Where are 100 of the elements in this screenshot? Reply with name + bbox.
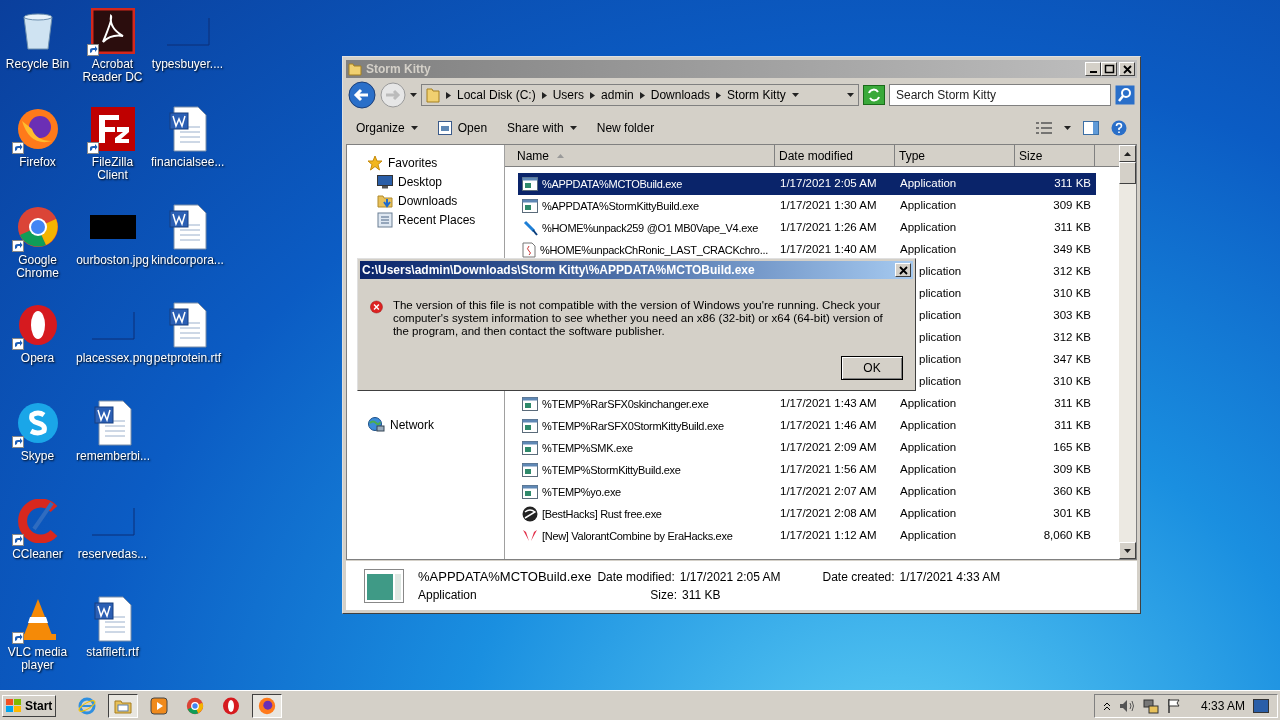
type-cell: plication bbox=[919, 331, 962, 344]
nav-item[interactable]: Recent Places bbox=[347, 210, 504, 229]
file-row[interactable]: %HOME%unpack259 @O1 MB0Vape_V4.exe 1/17/2021 1:26 AM Application 311 KB bbox=[518, 217, 1096, 239]
desktop-shortcut[interactable]: Skype bbox=[0, 398, 75, 496]
file-row[interactable]: %TEMP%RarSFX0StormKittyBuild.exe 1/17/2021 1:46 AM Application 311 KB bbox=[518, 415, 1096, 437]
chevron-up-icon[interactable] bbox=[1102, 700, 1111, 711]
back-button[interactable] bbox=[348, 81, 376, 109]
nav-item[interactable]: Downloads bbox=[347, 191, 504, 210]
file-row[interactable]: %TEMP%StormKittyBuild.exe 1/17/2021 1:56 AM Application 309 KB bbox=[518, 459, 1096, 481]
toolbar-command[interactable]: Share with bbox=[507, 119, 577, 137]
minimize-button[interactable] bbox=[1085, 62, 1101, 76]
scrollbar[interactable] bbox=[1119, 145, 1136, 559]
taskbar-button[interactable] bbox=[108, 693, 139, 718]
scroll-down-button[interactable] bbox=[1119, 542, 1136, 559]
toolbar-command[interactable]: New folder bbox=[596, 119, 655, 137]
desktop-shortcut[interactable]: Acrobat Reader DC bbox=[75, 6, 150, 104]
toolbar-command[interactable]: Organize bbox=[356, 119, 418, 137]
folder-icon bbox=[377, 192, 393, 209]
taskbar-button[interactable] bbox=[252, 693, 283, 718]
desktop-shortcut[interactable]: staffleft.rtf bbox=[75, 594, 150, 692]
ok-button[interactable]: OK bbox=[841, 356, 903, 380]
file-row[interactable]: %TEMP%yo.exe 1/17/2021 2:07 AM Application 360 KB bbox=[518, 481, 1096, 503]
down-arrow-icon bbox=[1124, 548, 1131, 553]
network-icon[interactable] bbox=[1142, 697, 1159, 714]
view-options-icon[interactable] bbox=[1036, 122, 1052, 134]
column-header[interactable]: Type bbox=[895, 145, 1015, 167]
column-header[interactable]: Name bbox=[505, 145, 775, 167]
desktop-shortcut[interactable]: rememberbi... bbox=[75, 398, 150, 496]
sort-ascending-icon bbox=[557, 153, 564, 158]
file-row[interactable]: %APPDATA%StormKittyBuild.exe 1/17/2021 1:30 AM Application 309 KB bbox=[518, 195, 1096, 217]
desktop-shortcut[interactable]: ourboston.jpg bbox=[75, 202, 150, 300]
file-row[interactable]: %TEMP%RarSFX0skinchanger.exe 1/17/2021 1:43 AM Application 311 KB bbox=[518, 393, 1096, 415]
breadcrumb[interactable]: Downloads bbox=[650, 86, 711, 104]
type-cell: Application bbox=[900, 397, 957, 410]
file-row[interactable]: [BestHacks] Rust free.exe 1/17/2021 2:08 AM Application 301 KB bbox=[518, 503, 1096, 525]
file-row[interactable]: %TEMP%SMK.exe 1/17/2021 2:09 AM Application 165 KB bbox=[518, 437, 1096, 459]
date-cell: 1/17/2021 1:30 AM bbox=[780, 199, 877, 212]
refresh-button[interactable] bbox=[863, 85, 885, 105]
application-icon bbox=[522, 441, 538, 455]
media-player-icon[interactable] bbox=[150, 696, 169, 715]
desktop-icon-label: VLC media player bbox=[6, 646, 69, 672]
nav-item[interactable]: Network bbox=[347, 415, 504, 434]
desktop-shortcut[interactable]: kindcorpora... bbox=[150, 202, 225, 300]
scroll-up-button[interactable] bbox=[1119, 145, 1136, 162]
desktop-icon bbox=[377, 174, 393, 189]
column-header[interactable]: Size bbox=[1015, 145, 1095, 167]
desktop-shortcut[interactable]: Google Chrome bbox=[0, 202, 75, 300]
flag-icon[interactable] bbox=[1166, 697, 1181, 714]
wings-icon bbox=[522, 529, 538, 543]
desktop-shortcut[interactable]: placessex.png bbox=[75, 300, 150, 398]
field-value: 1/17/2021 4:33 AM bbox=[899, 569, 1001, 584]
desktop-shortcut[interactable]: FileZilla Client bbox=[75, 104, 150, 202]
maximize-button[interactable] bbox=[1101, 62, 1117, 76]
field-value: 1/17/2021 2:05 AM bbox=[679, 569, 781, 584]
up-arrow-icon bbox=[1124, 151, 1131, 156]
desktop-shortcut[interactable]: reservedas... bbox=[75, 496, 150, 594]
breadcrumb[interactable]: Local Disk (C:) bbox=[457, 86, 536, 104]
search-field[interactable]: Search Storm Kitty bbox=[889, 84, 1111, 106]
firefox-icon[interactable] bbox=[258, 696, 277, 715]
toolbar-command[interactable]: Open bbox=[437, 119, 488, 137]
clock[interactable]: 4:33 AM bbox=[1200, 696, 1245, 715]
scrollbar-thumb[interactable] bbox=[1119, 162, 1136, 184]
opera-icon[interactable] bbox=[222, 696, 241, 715]
close-button[interactable] bbox=[1119, 62, 1135, 76]
file-row[interactable]: [New] ValorantCombine by EraHacks.exe 1/17/2021 1:12 AM Application 8,060 KB bbox=[518, 525, 1096, 547]
desktop-shortcut[interactable]: CCleaner bbox=[0, 496, 75, 594]
show-desktop-icon[interactable] bbox=[1253, 698, 1269, 713]
breadcrumb[interactable]: Storm Kitty bbox=[727, 86, 786, 104]
date-cell: 1/17/2021 1:40 AM bbox=[780, 243, 877, 256]
desktop-shortcut[interactable]: financialsee... bbox=[150, 104, 225, 202]
file-row[interactable]: %APPDATA%MCTOBuild.exe 1/17/2021 2:05 AM Application 311 KB bbox=[518, 173, 1096, 195]
breadcrumb[interactable]: Users bbox=[552, 86, 585, 104]
size-cell-text: 311 KB bbox=[1053, 418, 1092, 434]
date-cell: 1/17/2021 1:56 AM bbox=[780, 463, 877, 476]
help-icon[interactable] bbox=[1111, 120, 1127, 136]
file-row[interactable]: %HOME%unpackChRonic_LAST_CRACKchro... 1/17/2021 1:40 AM Application 349 KB bbox=[518, 239, 1096, 261]
size-cell-text: 347 KB bbox=[1052, 352, 1092, 368]
breadcrumb[interactable]: admin bbox=[601, 86, 634, 104]
file-name: [BestHacks] Rust free.exe bbox=[542, 506, 662, 522]
desktop-icon-label: CCleaner bbox=[11, 548, 64, 561]
speaker-icon[interactable] bbox=[1118, 698, 1135, 713]
file-name: %APPDATA%MCTOBuild.exe bbox=[418, 569, 592, 584]
search-button[interactable] bbox=[1115, 85, 1135, 105]
nav-item[interactable]: Favorites bbox=[347, 153, 504, 172]
address-bar[interactable]: Local Disk (C:) Users admin Downloads Storm Kitty bbox=[421, 84, 859, 106]
desktop-shortcut[interactable]: VLC media player bbox=[0, 594, 75, 692]
chrome-icon[interactable] bbox=[186, 696, 205, 715]
type-cell: Application bbox=[900, 507, 957, 520]
desktop-shortcut[interactable]: Firefox bbox=[0, 104, 75, 202]
type-cell: Application bbox=[900, 199, 957, 212]
nav-item[interactable]: Desktop bbox=[347, 172, 504, 191]
nav-label: Favorites bbox=[388, 154, 438, 172]
desktop-shortcut[interactable]: typesbuyer.... bbox=[150, 6, 225, 104]
close-button[interactable] bbox=[895, 263, 911, 277]
field-value: 311 KB bbox=[682, 587, 721, 602]
start-button[interactable]: Start bbox=[2, 694, 57, 717]
desktop-shortcut[interactable]: Recycle Bin bbox=[0, 6, 75, 104]
column-header[interactable]: Date modified bbox=[775, 145, 895, 167]
preview-pane-icon[interactable] bbox=[1083, 121, 1099, 135]
desktop-shortcut[interactable]: Opera bbox=[0, 300, 75, 398]
